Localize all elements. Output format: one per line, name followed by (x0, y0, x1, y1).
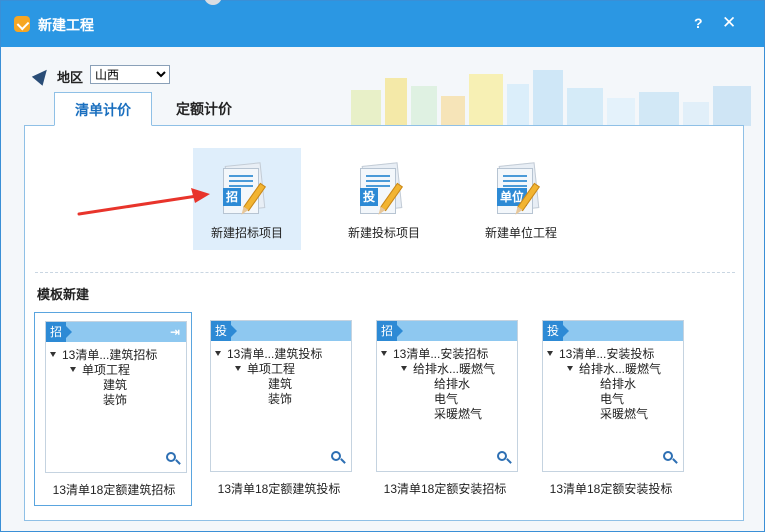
app-logo-icon (14, 16, 30, 32)
bid-tag: 招 (223, 188, 242, 206)
tree-leaf: 建筑 (103, 378, 128, 392)
template-tag: 投 (543, 321, 570, 341)
tree-leaf: 建筑 (268, 377, 293, 391)
tree-leaf: 采暖燃气 (434, 407, 483, 421)
bid-document-icon: 招 (223, 162, 269, 216)
region-label: 地区 (57, 70, 84, 85)
template-tree: 13清单...安装招标 给排水...暖燃气 给排水 电气 采暖燃气 (381, 347, 495, 422)
template-tag: 招 (377, 321, 404, 341)
zoom-icon[interactable] (497, 451, 512, 465)
tree-child: 单项工程 (82, 363, 131, 377)
template-tree: 13清单...建筑招标 单项工程 建筑 装饰 (50, 348, 157, 408)
tree-leaf: 给排水 (600, 377, 637, 391)
region-select[interactable]: 山西 (90, 65, 170, 84)
template-tree: 13清单...建筑投标 单项工程 建筑 装饰 (215, 347, 322, 407)
new-unit-project-button[interactable]: 单位 新建单位工程 (467, 148, 575, 250)
tender-tag: 投 (360, 188, 379, 206)
expand-icon (547, 351, 553, 356)
tree-root: 13清单...建筑投标 (227, 347, 323, 361)
tree-child: 给排水...暖燃气 (413, 362, 496, 376)
close-button[interactable]: ✕ (722, 13, 736, 33)
template-card-building-bid[interactable]: 招 ⇥ 13清单...建筑招标 单项工程 建筑 装饰 13清单18定额建筑招标 (34, 312, 192, 506)
template-caption: 13清单18定额安装招标 (383, 482, 507, 496)
template-section-title: 模板新建 (37, 287, 90, 302)
template-card-building-tender[interactable]: 投 13清单...建筑投标 单项工程 建筑 装饰 13清单18定额建筑投标 (200, 312, 358, 506)
template-card-install-bid[interactable]: 招 13清单...安装招标 给排水...暖燃气 给排水 电气 采暖燃气 13清单… (366, 312, 524, 506)
expand-icon (70, 367, 76, 372)
tab-quota-pricing[interactable]: 定额计价 (154, 92, 254, 126)
template-tag: 招 (46, 322, 73, 342)
template-tree: 13清单...安装投标 给排水...暖燃气 给排水 电气 采暖燃气 (547, 347, 661, 422)
expand-icon (235, 366, 241, 371)
new-bid-project-label: 新建招标项目 (210, 226, 283, 240)
new-tender-project-label: 新建投标项目 (347, 226, 420, 240)
expand-icon (215, 351, 221, 356)
template-tag: 投 (211, 321, 238, 341)
tree-leaf: 装饰 (268, 392, 293, 406)
location-arrow-icon (31, 65, 53, 86)
tree-child: 单项工程 (247, 362, 296, 376)
city-skyline-illustration (301, 56, 756, 126)
zoom-icon[interactable] (166, 452, 181, 466)
tab-content-panel: 招 新建招标项目 投 新建投标项目 单位 新建单位工程 模板新建 招 ⇥ 13清… (24, 125, 744, 521)
zoom-icon[interactable] (331, 451, 346, 465)
expand-icon (567, 366, 573, 371)
drag-handle (204, 0, 222, 5)
new-project-dialog: 新建工程 ? ✕ 地区 山西 清单计价 定额计价 招 新建招标项目 投 新建投标… (0, 0, 765, 532)
pin-icon[interactable]: ⇥ (170, 325, 180, 339)
help-button[interactable]: ? (694, 15, 703, 31)
expand-icon (401, 366, 407, 371)
tab-bill-of-quantities[interactable]: 清单计价 (54, 92, 152, 126)
template-card-install-tender[interactable]: 投 13清单...安装投标 给排水...暖燃气 给排水 电气 采暖燃气 13清单… (532, 312, 690, 506)
tree-root: 13清单...安装投标 (559, 347, 655, 361)
expand-icon (50, 352, 56, 357)
tree-leaf: 装饰 (103, 393, 128, 407)
tree-leaf: 给排水 (434, 377, 471, 391)
tree-leaf: 电气 (600, 392, 625, 406)
unit-document-icon: 单位 (497, 162, 543, 216)
zoom-icon[interactable] (663, 451, 678, 465)
template-caption: 13清单18定额安装投标 (549, 482, 673, 496)
annotation-arrow (77, 188, 210, 216)
tree-child: 给排水...暖燃气 (579, 362, 662, 376)
section-divider (35, 272, 735, 273)
tree-root: 13清单...安装招标 (393, 347, 489, 361)
template-caption: 13清单18定额建筑投标 (217, 482, 341, 496)
title-bar[interactable]: 新建工程 ? ✕ (1, 0, 764, 47)
new-unit-project-label: 新建单位工程 (484, 226, 557, 240)
new-tender-project-button[interactable]: 投 新建投标项目 (330, 148, 438, 250)
expand-icon (381, 351, 387, 356)
tree-leaf: 采暖燃气 (600, 407, 649, 421)
tree-leaf: 电气 (434, 392, 459, 406)
tender-document-icon: 投 (360, 162, 406, 216)
template-caption: 13清单18定额建筑招标 (52, 483, 176, 497)
tree-root: 13清单...建筑招标 (62, 348, 158, 362)
window-title: 新建工程 (38, 17, 94, 33)
